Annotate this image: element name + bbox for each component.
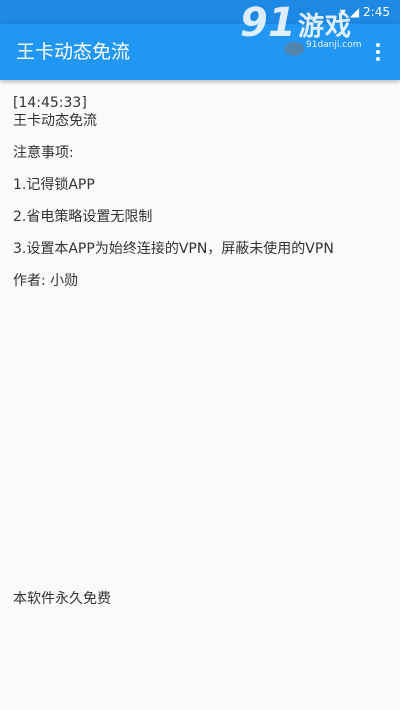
notice-item: 1.记得锁APP	[13, 177, 95, 193]
app-bar: 王卡动态免流	[0, 24, 400, 80]
menu-dot	[376, 50, 380, 54]
app-title: 王卡动态免流	[16, 41, 131, 63]
wifi-icon: ▾	[339, 5, 346, 19]
menu-dot	[376, 43, 380, 47]
notice-item: 2.省电策略设置无限制	[13, 209, 153, 225]
status-bar: ▾ ◢ 2:45	[0, 0, 400, 24]
log-app-name: 王卡动态免流	[13, 113, 97, 129]
status-time: 2:45	[363, 5, 390, 19]
notice-header: 注意事项:	[13, 145, 74, 161]
footer-text: 本软件永久免费	[13, 591, 111, 607]
notice-item: 3.设置本APP为始终连接的VPN，屏蔽未使用的VPN	[13, 241, 334, 257]
more-vert-icon[interactable]	[364, 36, 392, 68]
signal-icon: ◢	[349, 5, 360, 19]
menu-dot	[376, 57, 380, 61]
author-line: 作者: 小勋	[13, 273, 79, 289]
log-output: [14:45:33] 王卡动态免流 注意事项: 1.记得锁APP 2.省电策略设…	[13, 94, 387, 290]
status-icons: ▾ ◢ 2:45	[340, 3, 390, 21]
log-timestamp: [14:45:33]	[13, 95, 87, 111]
